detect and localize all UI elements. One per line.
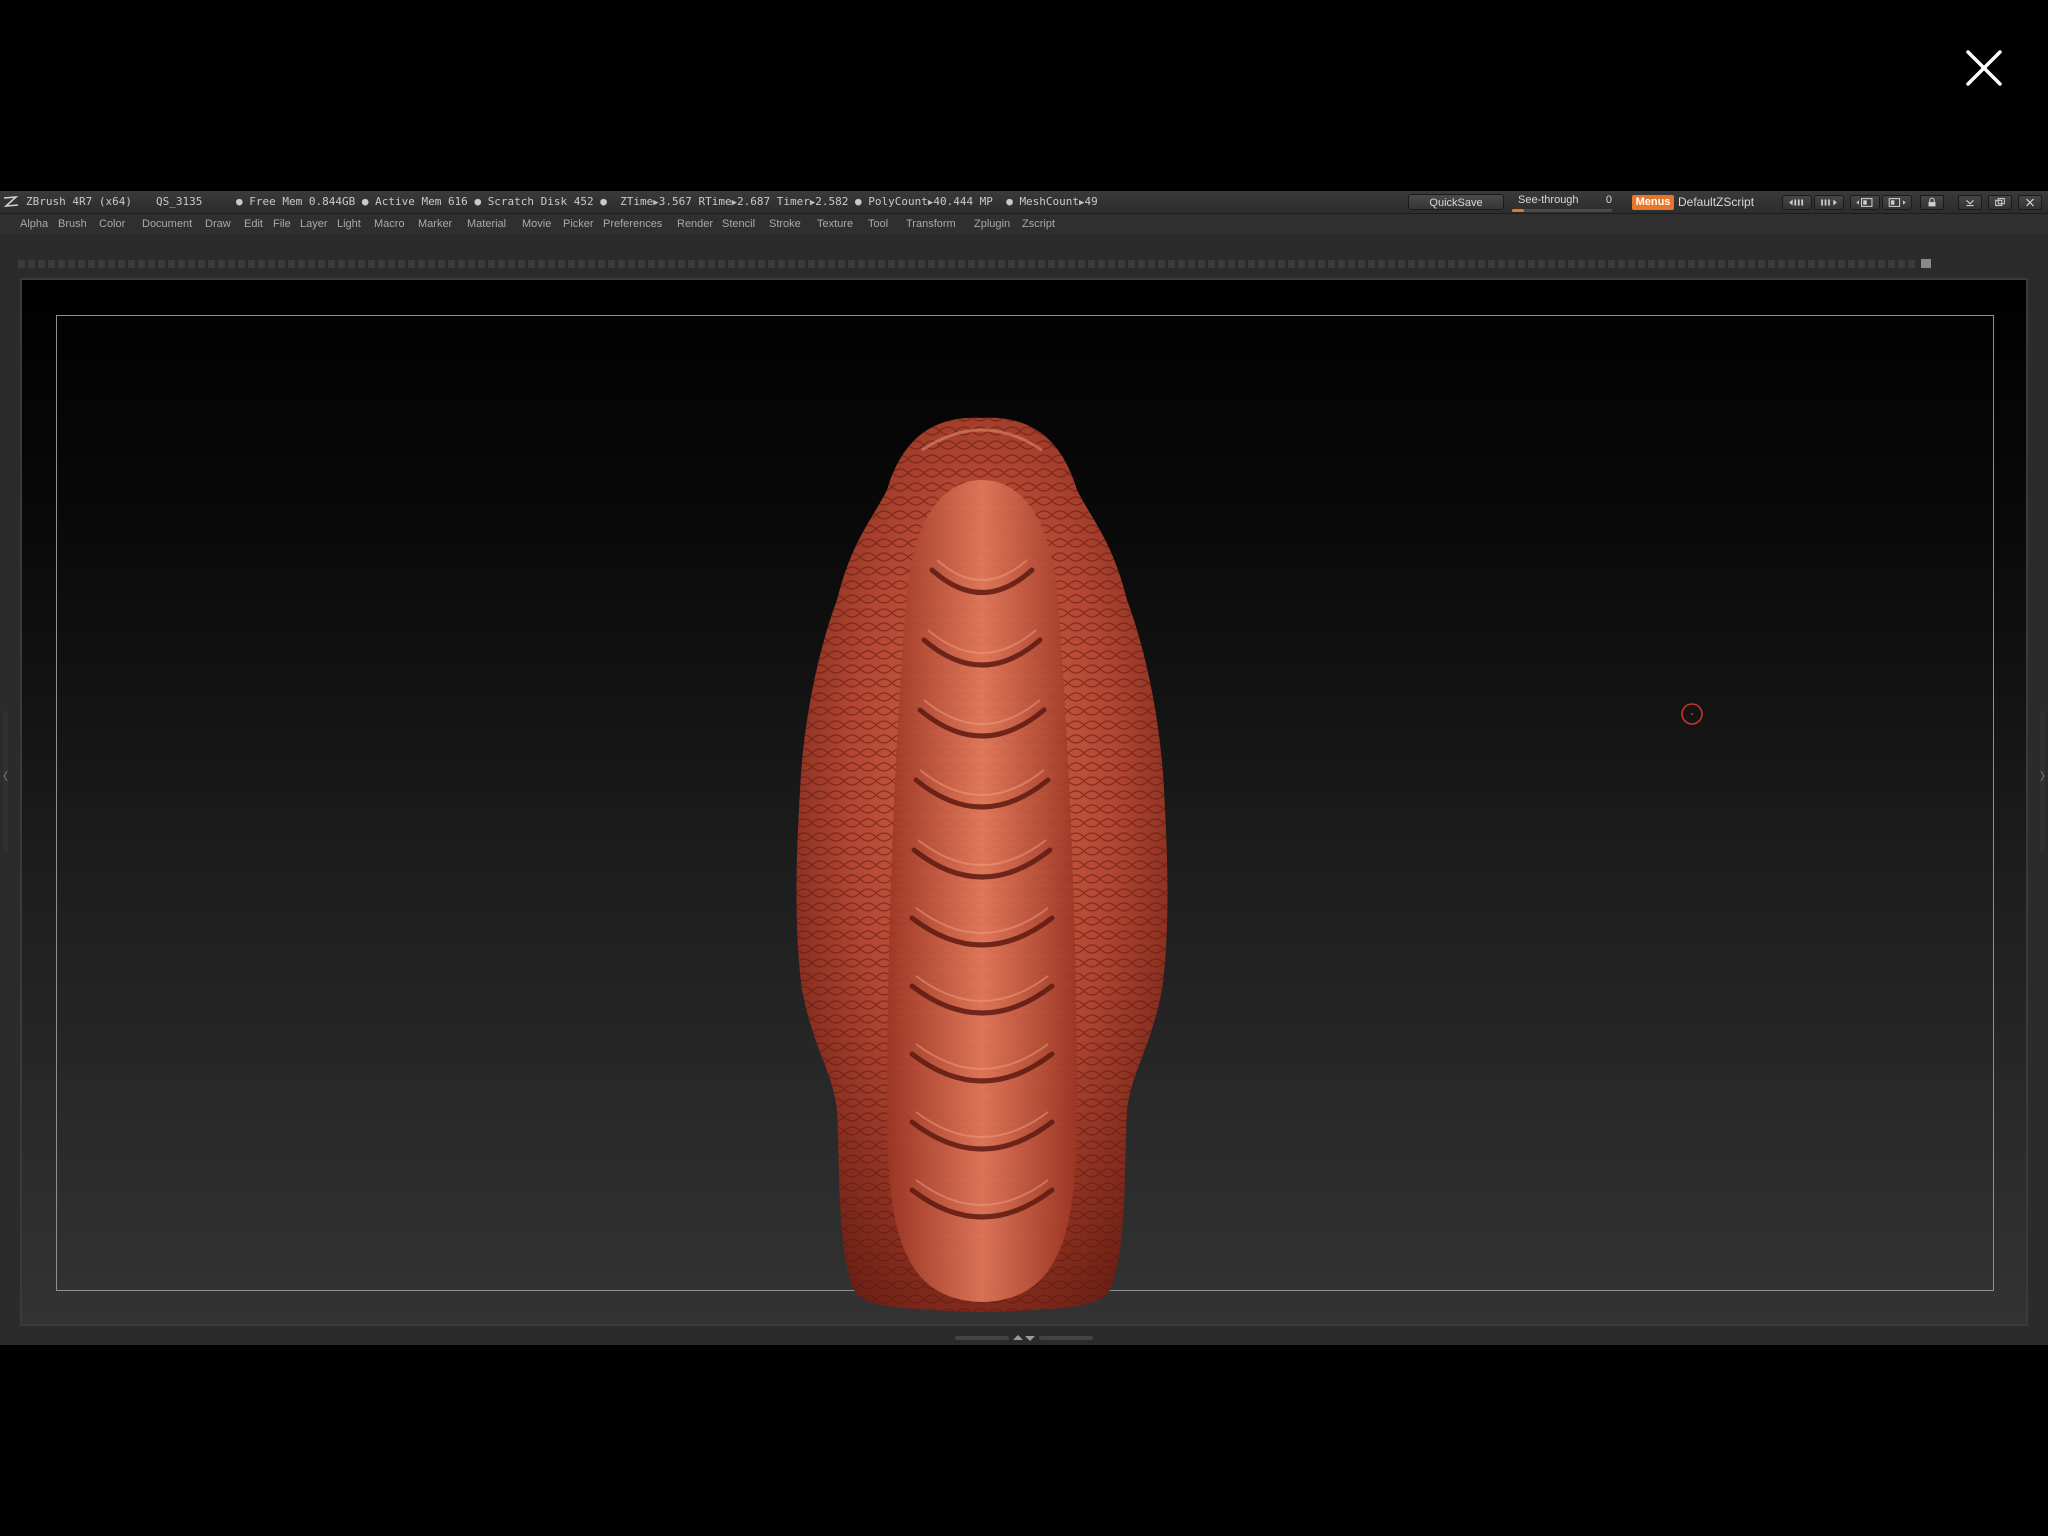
quicksave-button[interactable]: QuickSave (1408, 194, 1504, 210)
ui-layout-b-button[interactable] (1882, 195, 1912, 210)
ui-layout-a-button[interactable] (1850, 195, 1880, 210)
menu-texture[interactable]: Texture (817, 214, 853, 234)
document-canvas[interactable] (20, 278, 2028, 1326)
polycount-label: PolyCount (868, 195, 928, 208)
see-through-slider[interactable]: See-through 0 (1508, 193, 1616, 213)
ztime-label: ZTime (620, 195, 654, 208)
document-name: QS_3135 (156, 195, 203, 208)
menu-macro[interactable]: Macro (374, 214, 405, 234)
main-menu-bar: Alpha Brush Color Document Draw Edit Fil… (0, 214, 2048, 234)
see-through-track[interactable] (1512, 209, 1612, 212)
menu-zscript[interactable]: Zscript (1022, 214, 1055, 234)
lock-ui-button[interactable] (1920, 195, 1944, 210)
see-through-fill (1512, 209, 1524, 212)
see-through-label: See-through (1518, 194, 1579, 206)
rtime-label: RTime (698, 195, 732, 208)
polycount-value: 40.444 MP (933, 195, 993, 208)
right-tray-handle[interactable] (2038, 711, 2046, 851)
layout-left-icon (1789, 199, 1804, 206)
menu-material[interactable]: Material (467, 214, 506, 234)
status-stats: ● Free Mem 0.844GB ● Active Mem 616 ● Sc… (236, 195, 1098, 208)
app-title: ZBrush 4R7 (x64) (26, 195, 132, 208)
close-window-button[interactable] (2018, 195, 2042, 210)
close-icon (2026, 198, 2034, 207)
menu-light[interactable]: Light (337, 214, 361, 234)
menu-transform[interactable]: Transform (906, 214, 956, 234)
active-mem: Active Mem 616 (375, 195, 468, 208)
lightbox-close-button[interactable] (1960, 44, 2008, 92)
panel-layout-icon (1856, 198, 1873, 207)
menu-zplugin[interactable]: Zplugin (974, 214, 1010, 234)
layout-prev-button[interactable] (1782, 195, 1812, 210)
timer-label: Timer (776, 195, 810, 208)
left-tray-handle[interactable] (2, 711, 10, 851)
ztime-value: 3.567 (658, 195, 692, 208)
meshcount-label: MeshCount (1019, 195, 1080, 208)
layout-right-icon (1821, 199, 1837, 206)
see-through-value: 0 (1605, 194, 1612, 206)
panel-layout-icon (1888, 198, 1906, 207)
menu-file[interactable]: File (273, 214, 291, 234)
minimize-icon (1966, 199, 1974, 207)
menu-brush[interactable]: Brush (58, 214, 87, 234)
menu-stencil[interactable]: Stencil (722, 214, 755, 234)
lightbox-screen: ZBrush 4R7 (x64) QS_3135 ● Free Mem 0.84… (0, 0, 2048, 1536)
menu-layer[interactable]: Layer (300, 214, 328, 234)
top-shelf-strip (18, 260, 1918, 268)
title-bar: ZBrush 4R7 (x64) QS_3135 ● Free Mem 0.84… (0, 191, 2048, 214)
rtime-value: 2.687 (737, 195, 771, 208)
menu-document[interactable]: Document (142, 214, 192, 234)
meshcount-value: 49 (1084, 195, 1098, 208)
menu-color[interactable]: Color (99, 214, 125, 234)
menu-tool[interactable]: Tool (868, 214, 888, 234)
menu-marker[interactable]: Marker (418, 214, 452, 234)
shelf-scroll-handle[interactable] (1921, 259, 1931, 268)
menus-toggle-button[interactable]: Menus (1632, 195, 1674, 210)
zbrush-window: ZBrush 4R7 (x64) QS_3135 ● Free Mem 0.84… (0, 191, 2048, 1345)
minimize-button[interactable] (1958, 195, 1982, 210)
close-icon (1966, 50, 2002, 86)
menu-alpha[interactable]: Alpha (20, 214, 48, 234)
menu-picker[interactable]: Picker (563, 214, 594, 234)
default-zscript-button[interactable]: DefaultZScript (1678, 191, 1754, 213)
menu-render[interactable]: Render (677, 214, 713, 234)
brush-cursor-icon (1681, 703, 1703, 725)
layout-next-button[interactable] (1814, 195, 1844, 210)
restore-button[interactable] (1988, 195, 2012, 210)
lock-icon (1928, 197, 1936, 207)
menu-stroke[interactable]: Stroke (769, 214, 801, 234)
menu-edit[interactable]: Edit (244, 214, 263, 234)
restore-icon (1995, 198, 2005, 207)
timer-value: 2.582 (815, 195, 849, 208)
scratch-disk: Scratch Disk 452 (487, 195, 594, 208)
free-mem: Free Mem 0.844GB (249, 195, 356, 208)
menu-movie[interactable]: Movie (522, 214, 551, 234)
bottom-tray-handle[interactable] (955, 1333, 1093, 1343)
sculpted-scaly-model (796, 417, 1168, 1313)
zbrush-logo-icon (3, 196, 19, 207)
menu-preferences[interactable]: Preferences (603, 214, 662, 234)
menu-draw[interactable]: Draw (205, 214, 231, 234)
